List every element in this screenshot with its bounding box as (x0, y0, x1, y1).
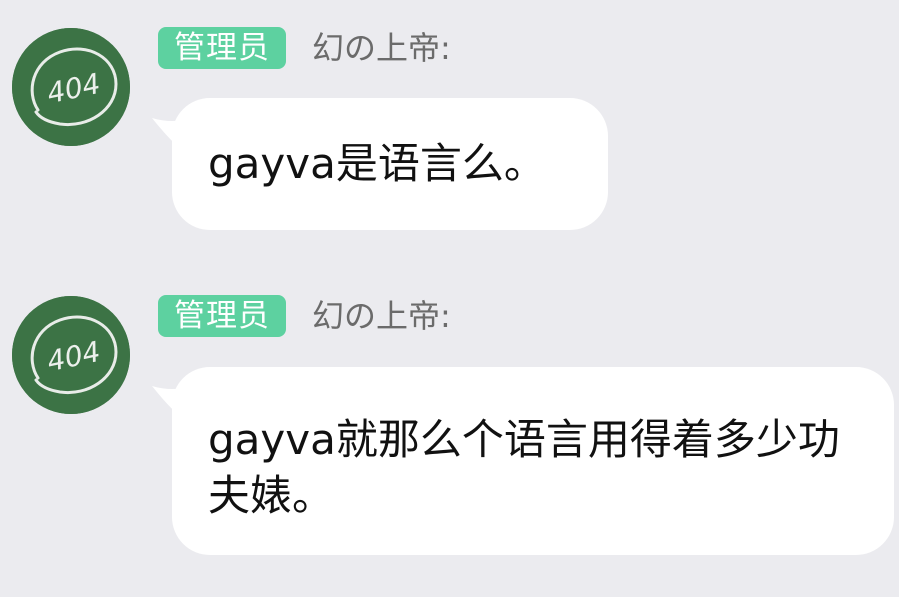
role-badge: 管理员 (158, 27, 286, 69)
chat-message: 404 管理员 幻の上帝: gayva就那么个语言用得着多少功夫婊。 (0, 268, 899, 568)
message-text: gayva是语言么。 (208, 139, 546, 188)
avatar[interactable]: 404 (12, 28, 130, 146)
message-text: gayva就那么个语言用得着多少功夫婊。 (208, 415, 840, 520)
message-bubble[interactable]: gayva是语言么。 (172, 98, 608, 230)
username[interactable]: 幻の上帝: (312, 27, 451, 69)
message-bubble[interactable]: gayva就那么个语言用得着多少功夫婊。 (172, 367, 894, 555)
role-badge: 管理员 (158, 295, 286, 337)
chat-message: 404 管理员 幻の上帝: gayva是语言么。 (0, 0, 899, 250)
username[interactable]: 幻の上帝: (312, 295, 451, 337)
message-meta: 管理员 幻の上帝: (158, 294, 451, 338)
message-meta: 管理员 幻の上帝: (158, 26, 451, 70)
avatar-404-image: 404 (12, 296, 130, 414)
avatar[interactable]: 404 (12, 296, 130, 414)
avatar-404-image: 404 (12, 28, 130, 146)
